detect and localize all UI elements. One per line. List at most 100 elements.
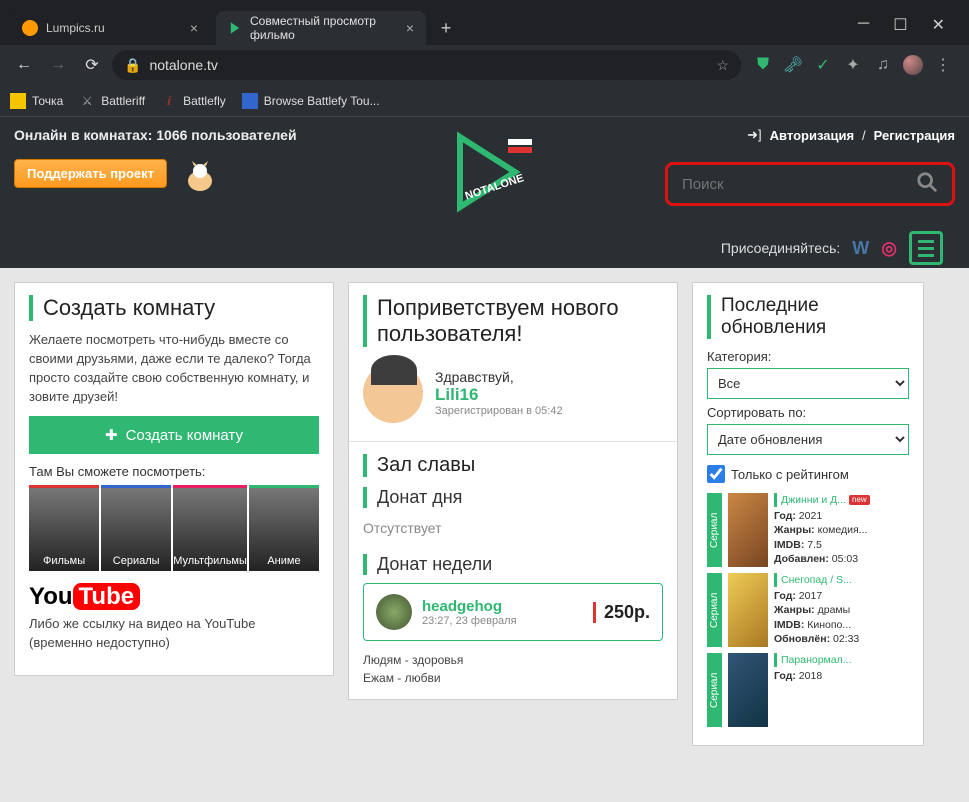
thumb-cartoons[interactable]: Мультфильмы <box>173 485 247 571</box>
support-button[interactable]: Поддержать проект <box>14 159 167 188</box>
login-icon: ➜] <box>747 127 762 143</box>
youtube-note: Либо же ссылку на видео на YouTube (врем… <box>29 615 319 653</box>
bookmark-label: Точка <box>32 94 63 108</box>
back-button[interactable]: ← <box>10 51 38 79</box>
update-tag: Сериал <box>707 493 722 567</box>
rating-only-checkbox[interactable]: Только с рейтингом <box>707 465 909 483</box>
puzzle-icon[interactable]: ✦ <box>843 55 863 75</box>
browser-tab[interactable]: Lumpics.ru × <box>10 11 210 45</box>
hamburger-menu[interactable] <box>909 231 943 265</box>
profile-avatar[interactable] <box>903 55 923 75</box>
tab-close-icon[interactable]: × <box>190 20 198 36</box>
category-select[interactable]: Все <box>707 368 909 399</box>
browser-tab-active[interactable]: Совместный просмотр фильмо × <box>216 11 426 45</box>
page-viewport: Онлайн в комнатах: 1066 пользователей ➜]… <box>0 117 969 802</box>
donor-message: Людям - здоровья Ежам - любви <box>363 651 663 687</box>
music-icon[interactable]: ♫ <box>873 55 893 75</box>
create-room-button[interactable]: ✚ Создать комнату <box>29 416 319 454</box>
shield-icon[interactable]: ⛊ <box>753 55 773 75</box>
create-room-desc: Желаете посмотреть что-нибудь вместе со … <box>29 331 319 406</box>
update-info: Паранормал... Год: 2018 <box>774 653 909 727</box>
site-header: Онлайн в комнатах: 1066 пользователей ➜]… <box>0 117 969 268</box>
bookmark-item[interactable]: Browse Battlefy Tou... <box>242 93 380 109</box>
vk-icon[interactable]: W <box>852 238 869 259</box>
middle-column: Поприветствуем нового пользователя! Здра… <box>348 282 678 700</box>
donor-time: 23:27, 23 февраля <box>422 615 517 627</box>
update-info: Джинни и Д...new Год: 2021 Жанры: комеди… <box>774 493 909 567</box>
update-item[interactable]: Сериал Джинни и Д...new Год: 2021 Жанры:… <box>707 493 909 567</box>
browser-toolbar: ← → ⟳ 🔒 notalone.tv ☆ ⛊ 🗝 ✓ ✦ ♫ ⋮ <box>0 45 969 85</box>
online-count: Онлайн в комнатах: 1066 пользователей <box>14 127 297 143</box>
bookmark-item[interactable]: Точка <box>10 93 63 109</box>
url-text: notalone.tv <box>149 57 708 73</box>
search-box[interactable] <box>665 162 955 206</box>
join-label: Присоединяйтесь: <box>721 240 840 256</box>
search-icon[interactable] <box>916 171 938 198</box>
donor-sum: 250р. <box>593 602 650 623</box>
login-link[interactable]: Авторизация <box>770 128 854 143</box>
bookmark-icon: ⅈ <box>161 93 177 109</box>
sort-label: Сортировать по: <box>707 405 909 420</box>
search-input[interactable] <box>682 176 916 193</box>
bookmark-icon: ⚔ <box>79 93 95 109</box>
thumb-anime[interactable]: Аниме <box>249 485 319 571</box>
updates-title: Последние обновления <box>707 295 909 339</box>
bookmark-icon <box>242 93 258 109</box>
site-logo[interactable]: NOTALONE <box>430 127 540 217</box>
update-info: Снегопад / S... Год: 2017 Жанры: драмы I… <box>774 573 909 647</box>
register-link[interactable]: Регистрация <box>874 128 955 143</box>
user-avatar-icon <box>363 363 423 423</box>
address-bar[interactable]: 🔒 notalone.tv ☆ <box>112 50 741 80</box>
category-thumbs: Фильмы Сериалы Мультфильмы Аниме <box>29 485 319 571</box>
update-title: Джинни и Д...new <box>774 493 909 507</box>
new-tab-button[interactable]: + <box>432 14 460 42</box>
youtube-logo: YouTube <box>29 583 319 611</box>
greet-username[interactable]: Lili16 <box>435 385 563 405</box>
support-label: Поддержать проект <box>27 166 154 181</box>
bookmark-label: Browse Battlefy Tou... <box>264 94 380 108</box>
plus-icon: ✚ <box>105 426 118 444</box>
bookmark-star-icon[interactable]: ☆ <box>716 57 729 74</box>
menu-icon[interactable]: ⋮ <box>933 55 953 75</box>
tab-close-icon[interactable]: × <box>406 20 414 36</box>
donor-avatar-icon <box>376 594 412 630</box>
update-item[interactable]: Сериал Паранормал... Год: 2018 <box>707 653 909 727</box>
key-icon[interactable]: 🗝 <box>783 55 803 75</box>
cat-icon <box>180 157 220 197</box>
favicon-icon <box>22 20 38 36</box>
maximize-icon[interactable]: ☐ <box>893 15 907 35</box>
update-item[interactable]: Сериал Снегопад / S... Год: 2017 Жанры: … <box>707 573 909 647</box>
update-poster <box>728 653 768 727</box>
favicon-icon <box>228 20 242 36</box>
create-room-panel: Создать комнату Желаете посмотреть что-н… <box>14 282 334 676</box>
watch-label: Там Вы сможете посмотреть: <box>29 464 319 479</box>
donate-day-absent: Отсутствует <box>363 516 663 546</box>
close-window-icon[interactable]: ✕ <box>932 15 945 35</box>
forward-button[interactable]: → <box>44 51 72 79</box>
rating-only-label: Только с рейтингом <box>731 467 849 482</box>
thumb-films[interactable]: Фильмы <box>29 485 99 571</box>
lock-icon: 🔒 <box>124 57 141 74</box>
bookmarks-bar: Точка ⚔ Battleriff ⅈ Battlefly Browse Ba… <box>0 85 969 117</box>
reload-button[interactable]: ⟳ <box>78 51 106 79</box>
minimize-icon[interactable]: ─ <box>858 15 869 35</box>
bookmark-item[interactable]: ⚔ Battleriff <box>79 93 145 109</box>
create-room-button-label: Создать комнату <box>126 427 243 444</box>
thumb-series[interactable]: Сериалы <box>101 485 171 571</box>
update-tag: Сериал <box>707 573 722 647</box>
extension-icons: ⛊ 🗝 ✓ ✦ ♫ ⋮ <box>747 55 959 75</box>
greet-title: Поприветствуем нового пользователя! <box>363 295 663 347</box>
update-tag: Сериал <box>707 653 722 727</box>
update-title: Снегопад / S... <box>774 573 909 587</box>
window-controls: ─ ☐ ✕ <box>858 15 959 45</box>
check-icon[interactable]: ✓ <box>813 55 833 75</box>
update-title: Паранормал... <box>774 653 909 667</box>
instagram-icon[interactable]: ◎ <box>881 238 897 259</box>
category-label: Категория: <box>707 349 909 364</box>
bookmark-item[interactable]: ⅈ Battlefly <box>161 93 226 109</box>
sort-select[interactable]: Дате обновления <box>707 424 909 455</box>
donor-name[interactable]: headgehog <box>422 598 517 615</box>
rating-only-input[interactable] <box>707 465 725 483</box>
greet-hello: Здравствуй, <box>435 369 563 385</box>
create-room-title: Создать комнату <box>29 295 319 321</box>
